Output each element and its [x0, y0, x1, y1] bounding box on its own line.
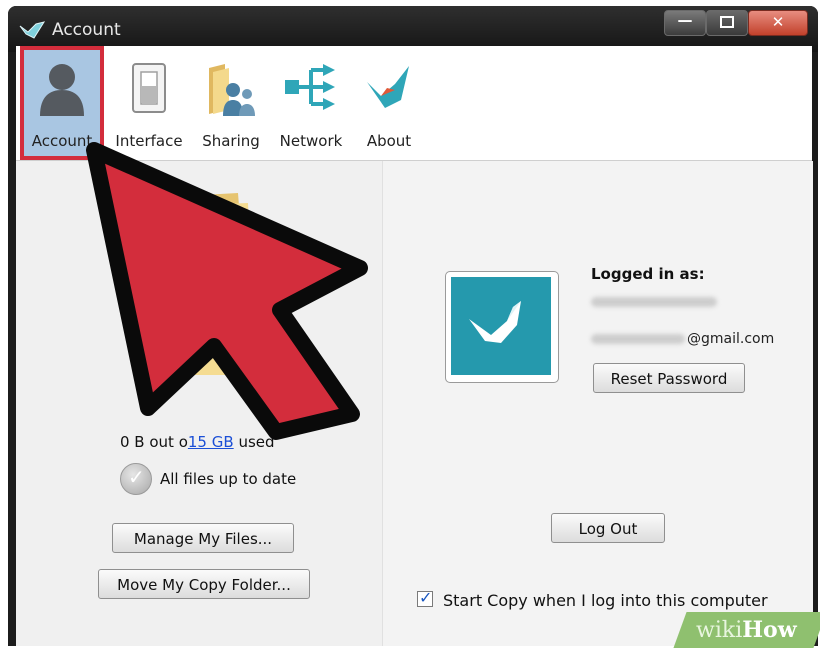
tab-account[interactable]: Account — [20, 46, 104, 160]
usage-prefix: 0 B out o — [120, 433, 188, 451]
tab-sharing[interactable]: Sharing — [194, 46, 268, 160]
close-icon: ✕ — [771, 13, 785, 31]
checkmark-icon: ✓ — [419, 588, 433, 607]
email-domain: @gmail.com — [687, 331, 775, 347]
storage-quota-link[interactable]: 15 GB — [188, 433, 234, 451]
tab-network-label: Network — [279, 132, 343, 150]
tab-about[interactable]: About — [354, 46, 424, 160]
copy-folder-icon[interactable] — [120, 189, 260, 379]
logged-in-label: Logged in as: — [591, 265, 705, 283]
tab-account-label: Account — [31, 132, 93, 150]
account-panel: Logged in as: @gmail.com Reset Password … — [382, 161, 813, 646]
shared-folder-icon — [209, 64, 255, 116]
tab-about-label: About — [366, 132, 412, 150]
reset-password-button[interactable]: Reset Password — [593, 363, 745, 393]
sync-status-icon: ✓ — [120, 463, 152, 495]
redacted-user-name — [591, 297, 717, 307]
user-silhouette-icon — [40, 64, 84, 116]
preferences-toolbar: Account Interface Sharing Network About — [16, 46, 812, 161]
wikihow-watermark: wikiHow — [696, 617, 797, 643]
copy-crane-icon — [469, 301, 521, 343]
network-icon — [285, 64, 335, 110]
sync-status-text: All files up to date — [160, 470, 297, 488]
close-button[interactable]: ✕ — [748, 10, 808, 36]
move-copy-folder-button[interactable]: Move My Copy Folder... — [98, 569, 310, 599]
tab-interface[interactable]: Interface — [108, 46, 190, 160]
start-on-login-label[interactable]: Start Copy when I log into this computer — [443, 591, 768, 610]
redacted-email-user — [591, 334, 685, 344]
tab-network[interactable]: Network — [274, 46, 348, 160]
storage-panel: 0 B out o15 GB used ✓ All files up to da… — [16, 161, 382, 646]
tab-interface-label: Interface — [115, 132, 183, 150]
tab-sharing-label: Sharing — [202, 132, 260, 150]
log-out-button[interactable]: Log Out — [551, 513, 665, 543]
maximize-button[interactable] — [706, 10, 748, 36]
copy-logo-icon — [19, 21, 46, 39]
start-on-login-checkbox[interactable]: ✓ — [417, 588, 433, 607]
minimize-icon: — — [677, 11, 693, 29]
copy-logo-icon — [367, 66, 409, 108]
account-avatar — [445, 271, 559, 383]
storage-usage: 0 B out o15 GB used — [120, 433, 275, 451]
maximize-icon — [720, 16, 734, 28]
manage-my-files-button[interactable]: Manage My Files... — [112, 523, 294, 553]
app-window: Account — ✕ Account Interface Sharing Ne… — [8, 6, 818, 646]
window-title: Account — [52, 20, 121, 40]
usage-suffix: used — [233, 433, 275, 451]
minimize-button[interactable]: — — [664, 10, 706, 36]
toggle-switch-icon — [132, 63, 166, 113]
